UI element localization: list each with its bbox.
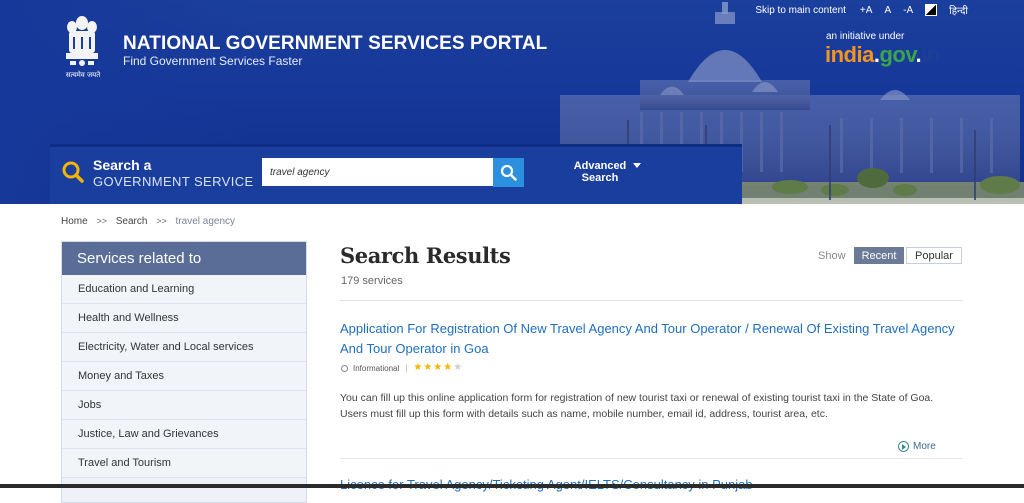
info-type-icon (341, 364, 348, 372)
sort-popular-button[interactable]: Popular (906, 247, 962, 264)
utility-bar: Skip to main content +A A -A हिन्दी (755, 3, 968, 17)
play-circle-icon (898, 441, 909, 452)
sidebar-title: Services related to (62, 242, 306, 275)
search-lens-icon (62, 161, 84, 183)
star-filled-icon: ★ (443, 362, 453, 373)
result-description: You can fill up this online application … (340, 392, 934, 420)
star-filled-icon: ★ (423, 362, 433, 373)
sidebar-list: Education and Learning Health and Wellne… (62, 275, 306, 478)
sidebar-item-health[interactable]: Health and Wellness (62, 304, 306, 333)
language-hindi-link[interactable]: हिन्दी (949, 3, 968, 17)
results-heading: Search Results (340, 243, 511, 268)
divider (340, 458, 963, 459)
window-bottom-edge (0, 484, 1024, 488)
breadcrumb-home[interactable]: Home (61, 216, 88, 227)
sidebar-item-travel[interactable]: Travel and Tourism (62, 449, 306, 478)
breadcrumb-current: travel agency (175, 216, 236, 227)
related-services-sidebar: Services related to Education and Learni… (61, 241, 307, 503)
sidebar-item-education[interactable]: Education and Learning (62, 275, 306, 304)
font-normal-button[interactable]: A (884, 5, 891, 16)
contrast-toggle-icon[interactable] (925, 4, 938, 16)
advanced-search-toggle[interactable]: Advanced Search (568, 160, 632, 184)
chevron-down-icon[interactable] (633, 163, 641, 168)
star-filled-icon: ★ (413, 362, 423, 373)
breadcrumb: Home >> Search >> travel agency (61, 216, 235, 227)
search-input[interactable] (262, 158, 508, 186)
font-decrease-button[interactable]: -A (903, 5, 913, 16)
initiative-label: an initiative under (826, 31, 905, 42)
site-header: Skip to main content +A A -A हिन्दी सत्य… (0, 0, 1024, 204)
emblem-motto: सत्यमेव जयते (65, 71, 101, 79)
sidebar-item-electricity[interactable]: Electricity, Water and Local services (62, 333, 306, 362)
breadcrumb-search[interactable]: Search (116, 216, 148, 227)
india-gov-in-logo[interactable]: india.gov.in (825, 42, 940, 68)
breadcrumb-separator: >> (156, 216, 167, 226)
star-filled-icon: ★ (433, 362, 443, 373)
portal-title[interactable]: NATIONAL GOVERNMENT SERVICES PORTAL (123, 33, 547, 55)
breadcrumb-separator: >> (96, 216, 107, 226)
divider (340, 300, 963, 301)
result-meta: Informational | ★ ★ ★ ★ ★ (341, 363, 463, 373)
search-label-line2: GOVERNMENT SERVICE (93, 174, 254, 189)
search-label-line1: Search a (93, 157, 152, 173)
search-panel: Search a GOVERNMENT SERVICE Advanced Sea… (50, 144, 742, 204)
more-link[interactable]: More (898, 441, 936, 452)
sidebar-item-money[interactable]: Money and Taxes (62, 362, 306, 391)
sort-show-label: Show (818, 250, 846, 262)
star-empty-icon: ★ (453, 362, 463, 373)
skip-to-content-link[interactable]: Skip to main content (755, 5, 846, 16)
results-count: 179 services (341, 275, 403, 287)
font-increase-button[interactable]: +A (860, 5, 873, 16)
portal-tagline: Find Government Services Faster (123, 54, 303, 68)
search-icon (500, 164, 517, 181)
result-title-link[interactable]: Application For Registration Of New Trav… (340, 319, 965, 359)
meta-separator: | (405, 363, 408, 373)
sort-recent-button[interactable]: Recent (854, 247, 904, 264)
star-rating: ★ ★ ★ ★ ★ (413, 363, 463, 373)
search-submit-button[interactable] (493, 158, 524, 187)
national-emblem-icon (66, 16, 98, 66)
sidebar-item-jobs[interactable]: Jobs (62, 391, 306, 420)
result-type: Informational (353, 363, 400, 373)
sidebar-item-justice[interactable]: Justice, Law and Grievances (62, 420, 306, 449)
